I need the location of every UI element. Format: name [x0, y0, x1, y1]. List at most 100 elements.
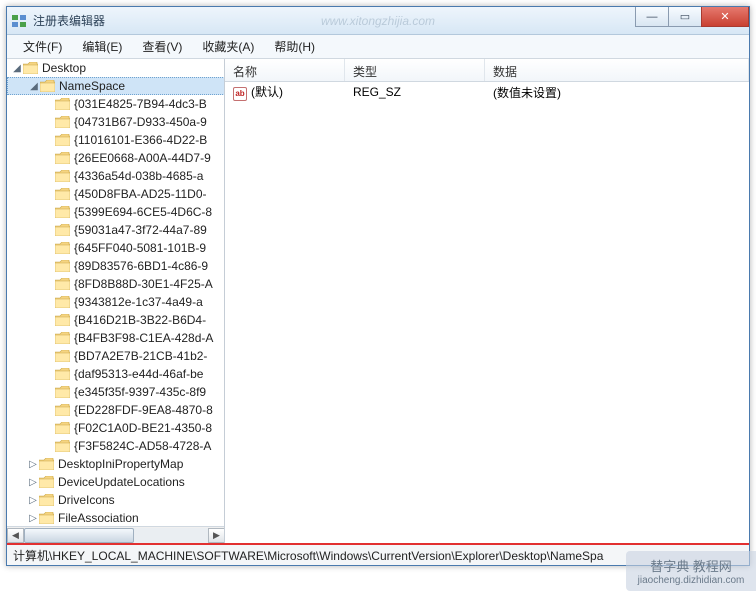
expander-icon[interactable]: ▷ — [27, 495, 39, 506]
folder-icon — [55, 350, 70, 362]
tree-root-desktop[interactable]: ◢Desktop — [7, 59, 225, 77]
tree-label: {9343812e-1c37-4a49-a — [74, 295, 203, 309]
folder-icon — [55, 134, 70, 146]
tree-item-guid-13[interactable]: {B4FB3F98-C1EA-428d-A — [7, 329, 225, 347]
minimize-button[interactable]: — — [635, 7, 669, 27]
tree-item-guid-3[interactable]: {26EE0668-A00A-44D7-9 — [7, 149, 225, 167]
tree-item-deviceupdatelocations[interactable]: ▷DeviceUpdateLocations — [7, 473, 225, 491]
expander-icon[interactable]: ▷ — [27, 513, 39, 524]
titlebar[interactable]: 注册表编辑器 www.xitongzhijia.com — ▭ ✕ — [7, 7, 749, 35]
tree-label: {4336a54d-038b-4685-a — [74, 169, 203, 183]
tree-label: {04731B67-D933-450a-9 — [74, 115, 207, 129]
col-header-name[interactable]: 名称 — [225, 59, 345, 81]
tree-item-guid-14[interactable]: {BD7A2E7B-21CB-41b2- — [7, 347, 225, 365]
folder-icon — [55, 440, 70, 452]
list-body[interactable]: ab(默认)REG_SZ(数值未设置) — [225, 82, 749, 543]
menu-help[interactable]: 帮助(H) — [264, 35, 325, 58]
folder-icon — [39, 458, 54, 470]
menu-favorites[interactable]: 收藏夹(A) — [192, 35, 264, 58]
tree-item-namespace[interactable]: ◢ NameSpace — [7, 77, 225, 95]
folder-icon — [40, 80, 55, 92]
tree-label: {B4FB3F98-C1EA-428d-A — [74, 331, 213, 345]
cell-name: ab(默认) — [225, 83, 345, 101]
tree-label: {ED228FDF-9EA8-4870-8 — [74, 403, 213, 417]
tree-item-guid-8[interactable]: {645FF040-5081-101B-9 — [7, 239, 225, 257]
tree-item-driveicons[interactable]: ▷ DriveIcons — [7, 491, 225, 509]
tree-item-guid-10[interactable]: {8FD8B88D-30E1-4F25-A — [7, 275, 225, 293]
menu-edit[interactable]: 编辑(E) — [72, 35, 132, 58]
close-button[interactable]: ✕ — [701, 7, 749, 27]
tree-item-desktopinipropertymap[interactable]: ▷ DesktopIniPropertyMap — [7, 455, 225, 473]
tree-label: {daf95313-e44d-46af-be — [74, 367, 203, 381]
tree-item-guid-0[interactable]: {031E4825-7B94-4dc3-B — [7, 95, 225, 113]
scroll-left-button[interactable]: ◀ — [7, 528, 24, 543]
folder-icon — [55, 242, 70, 254]
expander-icon[interactable]: ▷ — [27, 477, 39, 488]
expander-icon[interactable]: ◢ — [28, 81, 40, 92]
expander-icon[interactable]: ▷ — [27, 459, 39, 470]
content-area: ◢Desktop◢NameSpace{031E4825-7B94-4dc3-B{… — [7, 59, 749, 543]
list-row[interactable]: ab(默认)REG_SZ(数值未设置) — [225, 82, 749, 102]
menu-file[interactable]: 文件(F) — [13, 35, 72, 58]
folder-icon — [55, 188, 70, 200]
tree-label: {450D8FBA-AD25-11D0- — [74, 187, 207, 201]
watermark-text: www.xitongzhijia.com — [321, 14, 435, 28]
tree-item-guid-11[interactable]: {9343812e-1c37-4a49-a — [7, 293, 225, 311]
maximize-button[interactable]: ▭ — [668, 7, 702, 27]
tree-label: {F02C1A0D-BE21-4350-8 — [74, 421, 212, 435]
folder-icon — [55, 332, 70, 344]
folder-icon — [55, 116, 70, 128]
tree-item-guid-9[interactable]: {89D83576-6BD1-4c86-9 — [7, 257, 225, 275]
folder-icon — [39, 476, 54, 488]
scroll-thumb[interactable] — [24, 528, 134, 543]
window-controls: — ▭ ✕ — [636, 7, 749, 27]
tree-item-guid-19[interactable]: {F3F5824C-AD58-4728-A — [7, 437, 225, 455]
tree-item-guid-1[interactable]: {04731B67-D933-450a-9 — [7, 113, 225, 131]
tree-label: {59031a47-3f72-44a7-89 — [74, 223, 207, 237]
string-value-icon: ab — [233, 87, 247, 101]
folder-icon — [55, 296, 70, 308]
tree-item-guid-4[interactable]: {4336a54d-038b-4685-a — [7, 167, 225, 185]
tree-item-guid-15[interactable]: {daf95313-e44d-46af-be — [7, 365, 225, 383]
tree-item-guid-2[interactable]: {11016101-E366-4D22-B — [7, 131, 225, 149]
tree-label: DesktopIniPropertyMap — [58, 457, 183, 471]
tree-label: NameSpace — [59, 79, 125, 93]
tree-label: {B416D21B-3B22-B6D4- — [74, 313, 206, 327]
folder-icon — [55, 224, 70, 236]
tree-label: {5399E694-6CE5-4D6C-8 — [74, 205, 212, 219]
tree-item-guid-12[interactable]: {B416D21B-3B22-B6D4- — [7, 311, 225, 329]
folder-icon — [23, 62, 38, 74]
cell-type: REG_SZ — [345, 85, 485, 99]
statusbar-path: 计算机\HKEY_LOCAL_MACHINE\SOFTWARE\Microsof… — [13, 547, 603, 564]
tree-item-guid-6[interactable]: {5399E694-6CE5-4D6C-8 — [7, 203, 225, 221]
col-header-type[interactable]: 类型 — [345, 59, 485, 81]
folder-icon — [55, 422, 70, 434]
folder-icon — [55, 314, 70, 326]
folder-icon — [55, 260, 70, 272]
expander-icon[interactable]: ◢ — [11, 63, 23, 74]
scroll-track[interactable] — [24, 528, 208, 543]
menu-view[interactable]: 查看(V) — [132, 35, 192, 58]
menubar: 文件(F) 编辑(E) 查看(V) 收藏夹(A) 帮助(H) — [7, 35, 749, 59]
tree-hscrollbar[interactable]: ◀ ▶ — [7, 526, 225, 543]
tree-pane[interactable]: ◢Desktop◢NameSpace{031E4825-7B94-4dc3-B{… — [7, 59, 225, 543]
folder-icon — [55, 206, 70, 218]
tree-label: {11016101-E366-4D22-B — [74, 133, 207, 147]
tree-item-guid-7[interactable]: {59031a47-3f72-44a7-89 — [7, 221, 225, 239]
tree-label: DriveIcons — [58, 493, 115, 507]
folder-icon — [55, 386, 70, 398]
folder-icon — [55, 404, 70, 416]
scroll-right-button[interactable]: ▶ — [208, 528, 225, 543]
list-pane: 名称 类型 数据 ab(默认)REG_SZ(数值未设置) — [225, 59, 749, 543]
folder-icon — [39, 494, 54, 506]
col-header-data[interactable]: 数据 — [485, 59, 749, 81]
folder-icon — [55, 170, 70, 182]
tree-item-guid-16[interactable]: {e345f35f-9397-435c-8f9 — [7, 383, 225, 401]
tree-item-guid-18[interactable]: {F02C1A0D-BE21-4350-8 — [7, 419, 225, 437]
tree-label: {89D83576-6BD1-4c86-9 — [74, 259, 208, 273]
tree-item-fileassociation[interactable]: ▷FileAssociation — [7, 509, 225, 527]
cell-data: (数值未设置) — [485, 84, 749, 101]
app-icon — [11, 13, 27, 29]
tree-item-guid-17[interactable]: {ED228FDF-9EA8-4870-8 — [7, 401, 225, 419]
tree-item-guid-5[interactable]: {450D8FBA-AD25-11D0- — [7, 185, 225, 203]
